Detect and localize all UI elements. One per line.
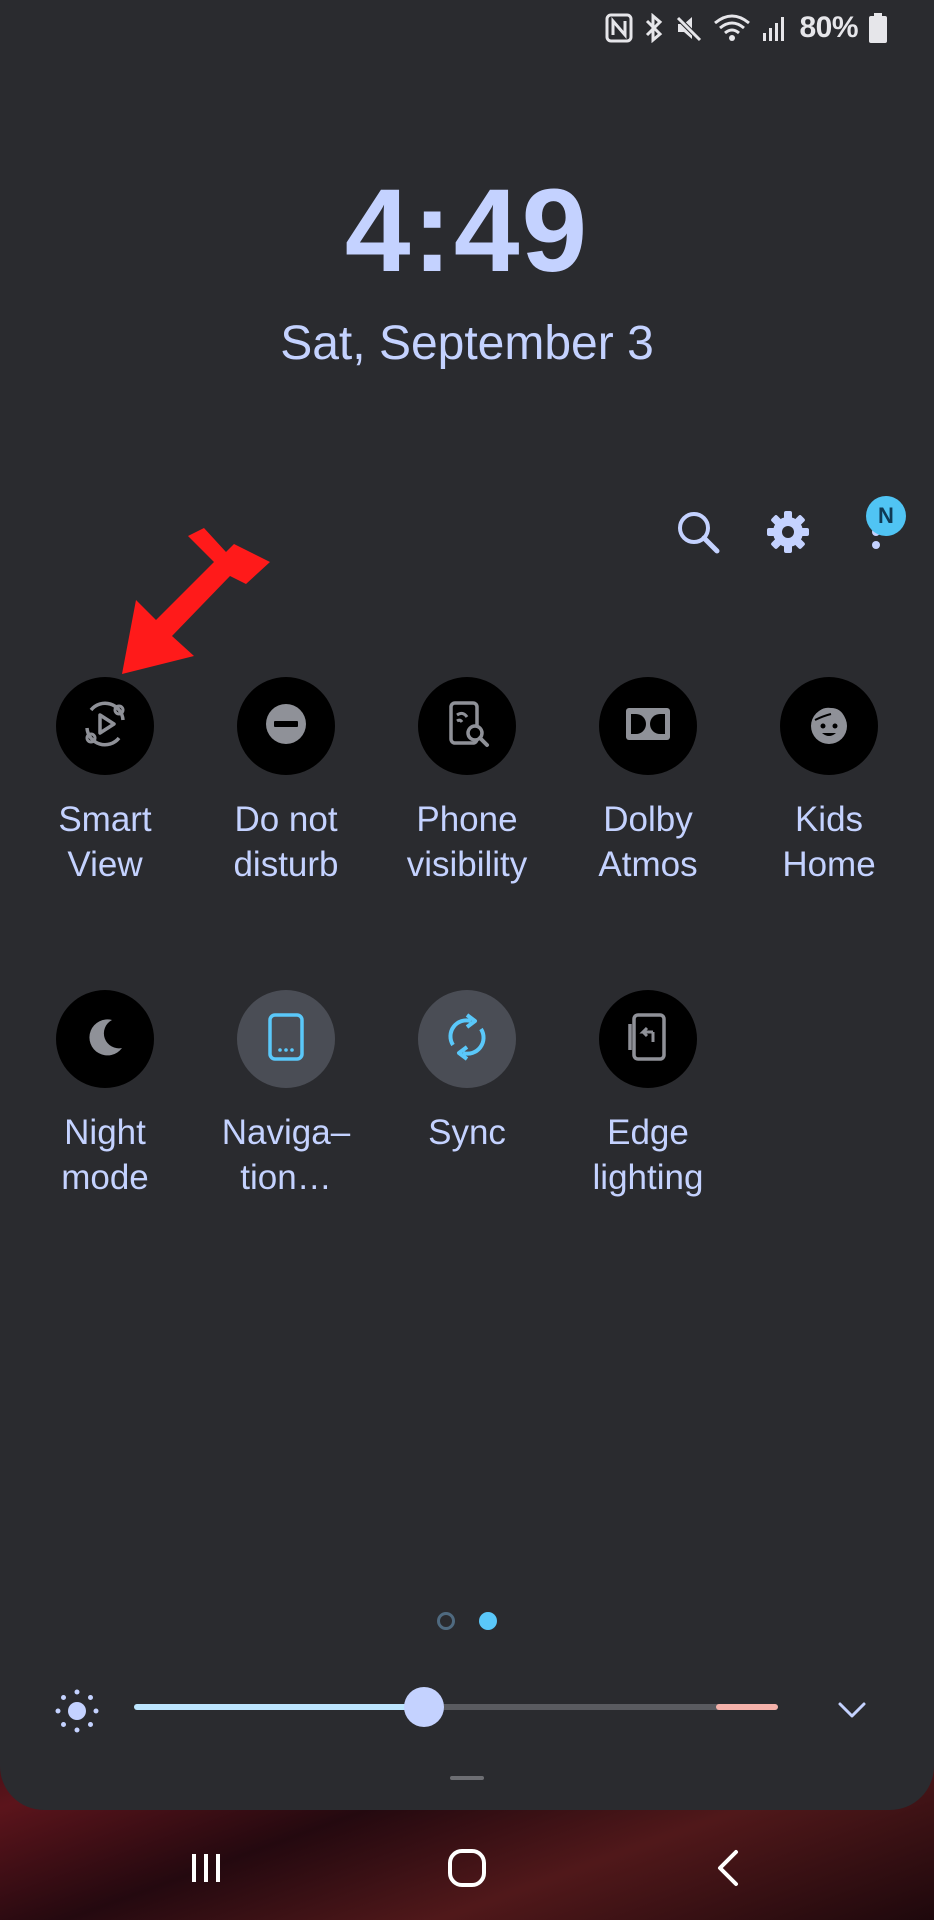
notification-badge: N	[866, 496, 906, 536]
tile-button[interactable]	[418, 677, 516, 775]
smart-view-icon	[79, 698, 131, 755]
battery-percent: 80%	[799, 11, 858, 44]
brightness-slider-high-zone	[716, 1704, 778, 1710]
chevron-down-icon	[834, 1702, 870, 1732]
tile-label: Dolby Atmos	[598, 800, 698, 884]
search-button[interactable]	[672, 508, 724, 560]
tile-label: Sync	[428, 1113, 506, 1152]
clock-date[interactable]: Sat, September 3	[0, 314, 934, 374]
tile-night-mode[interactable]: Night mode	[15, 990, 195, 1200]
expand-button[interactable]	[834, 1692, 870, 1733]
tile-sync[interactable]: Sync	[377, 990, 557, 1155]
tile-label: Edge lighting	[592, 1113, 704, 1197]
gear-icon	[765, 509, 811, 560]
tile-button[interactable]	[599, 677, 697, 775]
tile-label: Kids Home	[782, 800, 876, 884]
tile-button[interactable]	[56, 677, 154, 775]
home-button[interactable]	[427, 1840, 507, 1900]
recent-apps-icon	[186, 1848, 226, 1893]
search-icon	[675, 509, 721, 560]
home-icon	[446, 1847, 488, 1894]
back-button[interactable]	[688, 1840, 768, 1900]
quick-settings-panel: 80% 4:49 Sat, September 3 N Smart View D…	[0, 0, 934, 1810]
brightness-slider-fill	[134, 1704, 424, 1710]
night-mode-icon	[82, 1014, 128, 1065]
tile-button[interactable]	[237, 990, 335, 1088]
tile-kids-home[interactable]: Kids Home	[739, 677, 919, 887]
tile-button[interactable]	[418, 990, 516, 1088]
panel-drag-handle[interactable]	[450, 1776, 484, 1780]
tile-do-not-disturb[interactable]: Do not disturb	[196, 677, 376, 887]
page-dot-2[interactable]	[479, 1612, 497, 1630]
tile-label: Naviga– tion…	[221, 1113, 351, 1197]
nfc-icon	[605, 13, 633, 43]
edge-lighting-icon	[626, 1012, 670, 1067]
tile-phone-visibility[interactable]: Phone visibility	[377, 677, 557, 887]
back-icon	[708, 1848, 748, 1893]
page-dot-1[interactable]	[437, 1612, 455, 1630]
status-bar: 80%	[605, 10, 888, 46]
page-indicator	[0, 1612, 934, 1630]
bluetooth-icon	[643, 13, 665, 43]
do-not-disturb-icon	[264, 702, 308, 751]
wifi-icon	[713, 13, 751, 43]
tile-button[interactable]	[237, 677, 335, 775]
navigation-bar-icon	[266, 1012, 306, 1067]
tile-edge-lighting[interactable]: Edge lighting	[558, 990, 738, 1200]
battery-icon	[868, 12, 888, 44]
tile-label: Phone visibility	[406, 800, 528, 884]
annotation-arrow-icon	[122, 526, 272, 681]
mute-icon	[675, 13, 704, 43]
brightness-slider-thumb[interactable]	[404, 1687, 444, 1727]
tile-label: Smart View	[58, 800, 152, 884]
recent-apps-button[interactable]	[166, 1840, 246, 1900]
settings-button[interactable]	[762, 508, 814, 560]
brightness-icon	[52, 1686, 102, 1741]
tile-button[interactable]	[56, 990, 154, 1088]
phone-visibility-icon	[443, 699, 491, 754]
header-actions: N	[672, 496, 906, 560]
more-options-button[interactable]: N	[852, 496, 906, 560]
tile-button[interactable]	[780, 677, 878, 775]
tile-label: Night mode	[61, 1113, 149, 1197]
tile-button[interactable]	[599, 990, 697, 1088]
tile-dolby-atmos[interactable]: Dolby Atmos	[558, 677, 738, 887]
brightness-slider[interactable]	[134, 1687, 778, 1727]
clock-time[interactable]: 4:49	[0, 166, 934, 296]
signal-icon	[761, 13, 789, 43]
tile-smart-view[interactable]: Smart View	[15, 677, 195, 887]
kids-home-icon	[805, 700, 853, 753]
tile-navigation-bar[interactable]: Naviga– tion…	[196, 990, 376, 1200]
navigation-bar	[0, 1820, 934, 1920]
dolby-icon	[625, 707, 671, 746]
tile-label: Do not disturb	[233, 800, 339, 884]
sync-icon	[441, 1011, 493, 1068]
